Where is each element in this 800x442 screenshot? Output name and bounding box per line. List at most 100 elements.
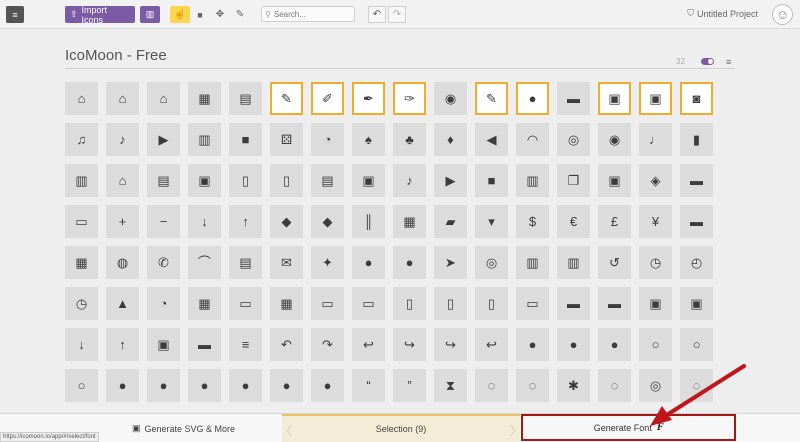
icon-cell[interactable]: ▦ [188, 82, 221, 115]
icon-cell[interactable]: ◉ [434, 82, 467, 115]
icon-cell[interactable]: ♦ [434, 123, 467, 156]
icon-cell[interactable]: ◌ [516, 369, 549, 402]
edit-mode-button[interactable]: ✎ [230, 6, 250, 23]
library-button[interactable]: ▥ [140, 6, 160, 23]
icon-cell[interactable]: ↪ [434, 328, 467, 361]
icon-cell[interactable]: ║ [352, 205, 385, 238]
move-mode-button[interactable]: ✥ [210, 6, 230, 23]
icon-cell[interactable]: ■ [475, 164, 508, 197]
icon-cell[interactable]: ⌂ [65, 82, 98, 115]
undo-button[interactable]: ↶ [368, 6, 386, 23]
icon-cell[interactable]: ▬ [557, 287, 590, 320]
icon-cell[interactable]: ▣ [147, 328, 180, 361]
icon-cell[interactable]: ◴ [680, 246, 713, 279]
icon-cell[interactable]: ➤ [434, 246, 467, 279]
icon-cell[interactable]: ● [598, 328, 631, 361]
set-toggle-switch[interactable] [701, 58, 714, 65]
icon-cell[interactable]: ▯ [229, 164, 262, 197]
icon-cell[interactable]: ▭ [65, 205, 98, 238]
icon-cell[interactable]: ▥ [188, 123, 221, 156]
icon-cell[interactable]: ⌒ [188, 246, 221, 279]
icon-cell[interactable]: ● [393, 246, 426, 279]
icon-cell[interactable]: ♣ [393, 123, 426, 156]
icon-cell[interactable]: ▤ [311, 164, 344, 197]
icon-cell[interactable]: ✦ [311, 246, 344, 279]
icon-cell[interactable]: ◀ [475, 123, 508, 156]
icon-cell[interactable]: ▣ [680, 287, 713, 320]
icon-cell[interactable]: ▥ [516, 164, 549, 197]
icon-cell[interactable]: ↶ [270, 328, 303, 361]
icon-cell[interactable]: ✱ [557, 369, 590, 402]
icon-cell[interactable]: ▣ [598, 82, 631, 115]
icon-cell[interactable]: ♫ [65, 123, 98, 156]
redo-button[interactable]: ↷ [388, 6, 406, 23]
icon-cell[interactable]: ▣ [639, 287, 672, 320]
icon-cell[interactable]: ♩ [639, 123, 672, 156]
icon-cell[interactable]: ▦ [188, 287, 221, 320]
icon-cell[interactable]: ◉ [598, 123, 631, 156]
icon-cell[interactable]: ● [270, 369, 303, 402]
icon-cell[interactable]: ↷ [311, 328, 344, 361]
selection-tab[interactable]: 〈 Selection (9) 〉 [280, 414, 522, 442]
icon-cell[interactable]: ● [311, 369, 344, 402]
icon-cell[interactable]: ◈ [639, 164, 672, 197]
icon-cell[interactable]: + [106, 205, 139, 238]
icon-cell[interactable]: ✆ [147, 246, 180, 279]
icon-cell[interactable]: ♪ [393, 164, 426, 197]
icon-cell[interactable]: ▾ [475, 205, 508, 238]
select-mode-button[interactable]: ☝ [170, 6, 190, 23]
icon-cell[interactable]: ◆ [270, 205, 303, 238]
icon-cell[interactable]: ⧗ [434, 369, 467, 402]
icon-cell[interactable]: ● [352, 246, 385, 279]
icon-cell[interactable]: ↪ [393, 328, 426, 361]
icon-cell[interactable]: ✉ [270, 246, 303, 279]
icon-cell[interactable]: ✎ [270, 82, 303, 115]
icon-cell[interactable]: ⌂ [147, 82, 180, 115]
icon-cell[interactable]: ▣ [352, 164, 385, 197]
icon-cell[interactable]: ◠ [516, 123, 549, 156]
icon-cell[interactable]: ↩ [352, 328, 385, 361]
icon-cell[interactable]: £ [598, 205, 631, 238]
icon-cell[interactable]: € [557, 205, 590, 238]
icon-cell[interactable]: ↓ [65, 328, 98, 361]
icon-cell[interactable]: ▤ [229, 246, 262, 279]
main-menu-button[interactable]: ≡ [6, 6, 24, 23]
search-input[interactable] [273, 9, 348, 19]
import-icons-button[interactable]: ⇪ Import Icons [65, 5, 135, 25]
icon-cell[interactable]: ⌂ [106, 164, 139, 197]
icon-cell[interactable]: ▬ [680, 205, 713, 238]
icon-cell[interactable]: ○ [65, 369, 98, 402]
icon-cell[interactable]: $ [516, 205, 549, 238]
icon-cell[interactable]: ■ [229, 123, 262, 156]
user-avatar[interactable]: ☺ [772, 4, 793, 25]
icon-cell[interactable]: ▦ [65, 246, 98, 279]
icon-cell[interactable]: ▰ [434, 205, 467, 238]
icon-cell[interactable]: ” [393, 369, 426, 402]
icon-cell[interactable]: ▯ [434, 287, 467, 320]
icon-cell[interactable]: ▥ [65, 164, 98, 197]
icon-cell[interactable]: ◍ [106, 246, 139, 279]
icon-cell[interactable]: ◙ [680, 82, 713, 115]
icon-cell[interactable]: ▯ [475, 287, 508, 320]
icon-cell[interactable]: ● [557, 328, 590, 361]
icon-cell[interactable]: ● [229, 369, 262, 402]
icon-cell[interactable]: ↓ [188, 205, 221, 238]
icon-cell[interactable]: ▯ [270, 164, 303, 197]
icon-cell[interactable]: “ [352, 369, 385, 402]
icon-cell[interactable]: ▬ [188, 328, 221, 361]
icon-cell[interactable]: ▭ [516, 287, 549, 320]
icon-cell[interactable]: ▶ [434, 164, 467, 197]
icon-cell[interactable]: ▭ [352, 287, 385, 320]
icon-cell[interactable]: ◎ [475, 246, 508, 279]
icon-cell[interactable]: ▯ [393, 287, 426, 320]
icon-cell[interactable]: − [147, 205, 180, 238]
icon-cell[interactable]: ◎ [557, 123, 590, 156]
icon-cell[interactable]: ▭ [229, 287, 262, 320]
icon-cell[interactable]: ▣ [639, 82, 672, 115]
icon-cell[interactable]: ◷ [65, 287, 98, 320]
icon-cell[interactable]: ▬ [557, 82, 590, 115]
icon-cell[interactable]: ● [147, 369, 180, 402]
icon-cell[interactable]: ♪ [106, 123, 139, 156]
icon-cell[interactable]: ✒ [352, 82, 385, 115]
icon-cell[interactable]: ▦ [393, 205, 426, 238]
